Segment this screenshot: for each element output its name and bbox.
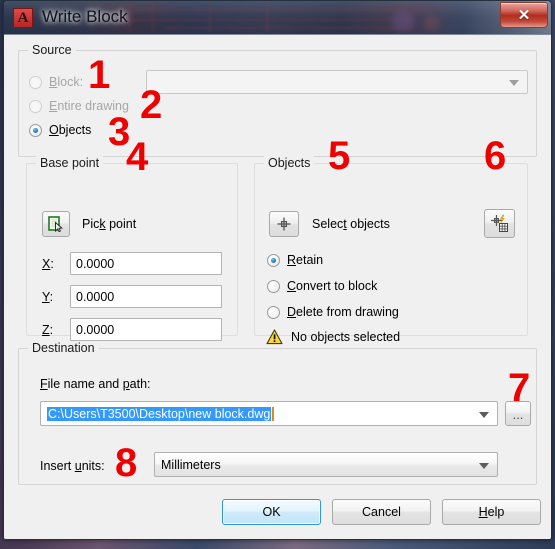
radio-objects-label: Objects <box>49 123 92 137</box>
annotation-6: 6 <box>484 134 507 178</box>
file-name-and-path-value: C:\Users\T3500\Desktop\new block.dwg <box>47 406 272 421</box>
autocad-logo-icon: A <box>13 8 33 28</box>
radio-retain-indicator <box>267 253 280 267</box>
chevron-down-icon <box>479 462 489 469</box>
radio-convert-to-block-label: Convert to block <box>287 279 378 293</box>
annotation-7: 7 <box>508 366 531 410</box>
title-bar[interactable]: A Write Block ✕ <box>4 1 551 35</box>
radio-convert-to-block[interactable]: Convert to block <box>267 279 377 293</box>
objects-status: No objects selected <box>266 329 400 345</box>
annotation-5: 5 <box>328 134 351 178</box>
base-point-group: Base point <box>26 156 238 336</box>
x-field[interactable]: 0.0000 <box>70 252 222 275</box>
pick-point-icon <box>48 216 64 232</box>
chevron-down-icon <box>509 80 519 86</box>
annotation-8: 8 <box>115 441 138 485</box>
base-point-group-legend: Base point <box>36 156 104 170</box>
destination-group-legend: Destination <box>28 341 99 355</box>
z-field-label: Z: <box>42 323 54 337</box>
quick-select-icon <box>491 214 508 232</box>
radio-delete-from-drawing[interactable]: Delete from drawing <box>267 305 399 319</box>
file-name-and-path-input[interactable]: C:\Users\T3500\Desktop\new block.dwg <box>40 401 498 426</box>
autocad-logo-letter: A <box>17 9 29 26</box>
help-button[interactable]: Help <box>442 499 541 525</box>
cancel-button-label: Cancel <box>362 505 401 519</box>
annotation-1: 1 <box>88 53 111 97</box>
warning-triangle-icon <box>266 329 283 345</box>
select-objects-label: Select objects <box>312 217 390 231</box>
dialog-body: Source Block: Entire drawing Objects Bas… <box>4 35 551 539</box>
text-caret <box>272 406 275 421</box>
close-icon[interactable]: ✕ <box>500 2 548 28</box>
annotation-2: 2 <box>140 83 163 127</box>
y-field[interactable]: 0.0000 <box>70 285 222 308</box>
pick-point-button[interactable] <box>42 211 70 237</box>
radio-objects[interactable]: Objects <box>29 123 91 137</box>
crosshair-select-icon <box>277 217 291 231</box>
z-field[interactable]: 0.0000 <box>70 318 222 341</box>
cancel-button[interactable]: Cancel <box>332 499 431 525</box>
source-group-legend: Source <box>28 43 76 57</box>
radio-block[interactable]: Block: <box>29 75 83 89</box>
objects-group-legend: Objects <box>264 156 315 170</box>
x-field-value: 0.0000 <box>76 256 115 271</box>
insert-units-label: Insert units: <box>40 459 105 473</box>
radio-retain[interactable]: Retain <box>267 253 323 267</box>
radio-block-indicator <box>29 75 42 89</box>
y-field-value: 0.0000 <box>76 289 115 304</box>
window-title: Write Block <box>42 7 128 26</box>
radio-convert-to-block-indicator <box>267 279 280 293</box>
radio-objects-indicator <box>29 123 42 137</box>
radio-entire-drawing-indicator <box>29 99 42 113</box>
z-field-value: 0.0000 <box>76 322 115 337</box>
close-glyph: ✕ <box>517 7 531 24</box>
radio-retain-label: Retain <box>287 253 324 267</box>
select-objects-button[interactable] <box>269 211 299 237</box>
radio-block-label: Block: <box>49 75 84 89</box>
x-field-label: X: <box>42 257 54 271</box>
objects-status-text: No objects selected <box>291 330 401 344</box>
block-name-combo[interactable] <box>146 70 528 94</box>
radio-delete-from-drawing-indicator <box>267 305 280 319</box>
y-field-label: Y: <box>42 290 54 304</box>
file-name-and-path-label: File name and path: <box>40 377 151 391</box>
insert-units-combo[interactable]: Millimeters <box>154 452 498 477</box>
insert-units-value: Millimeters <box>161 457 221 472</box>
chevron-down-icon <box>479 411 489 418</box>
quick-select-button[interactable] <box>484 209 515 238</box>
help-button-label: Help <box>478 505 505 519</box>
pick-point-label: Pick point <box>82 217 137 231</box>
radio-delete-from-drawing-label: Delete from drawing <box>287 305 399 319</box>
annotation-4: 4 <box>126 135 149 179</box>
ok-button[interactable]: OK <box>222 499 321 525</box>
ok-button-label: OK <box>262 505 281 519</box>
write-block-dialog: A Write Block ✕ Source Block: Entire dra… <box>3 0 552 540</box>
